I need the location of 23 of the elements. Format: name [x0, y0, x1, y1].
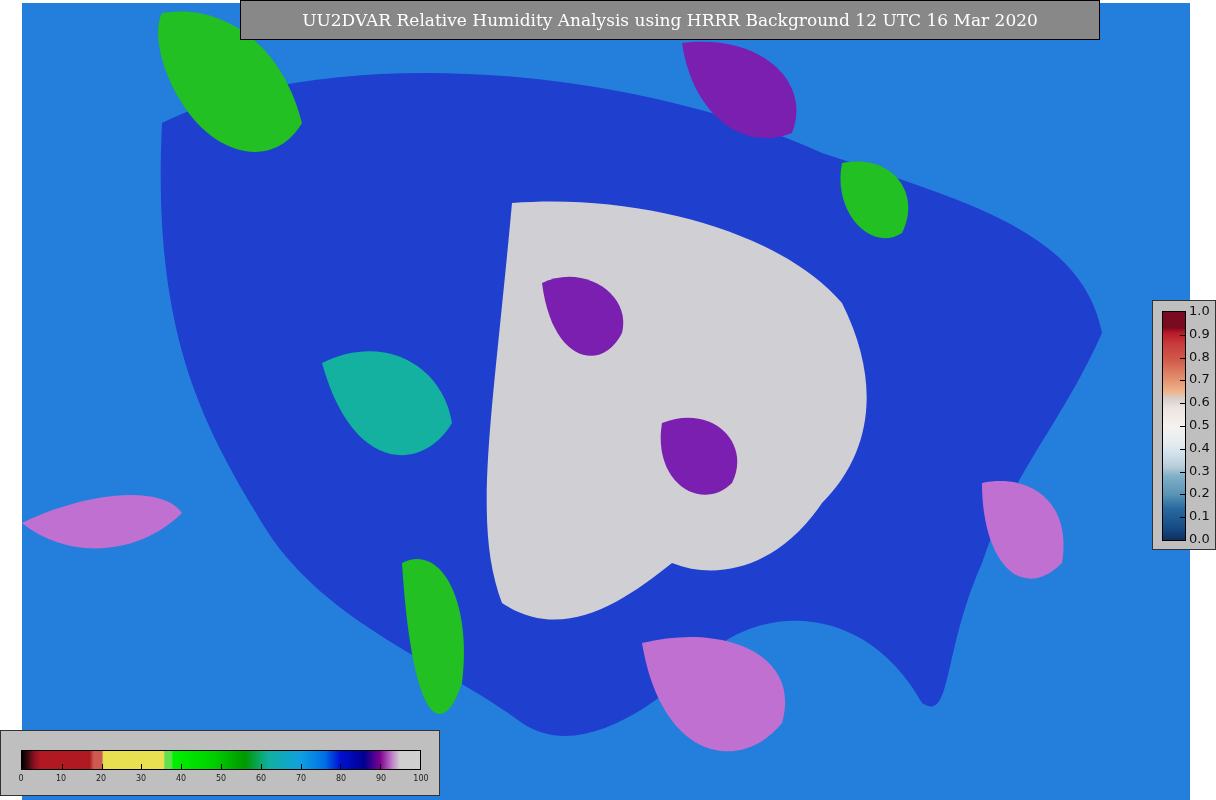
tick-label: 0.7	[1189, 372, 1210, 387]
tick-label: 0.2	[1189, 486, 1210, 501]
tick-label: 1.0	[1189, 304, 1210, 318]
tick-label: 0.0	[1189, 531, 1210, 546]
tick-label: 60	[255, 774, 267, 783]
tick-label: 90	[375, 774, 387, 783]
tick-label: 0.3	[1189, 463, 1210, 478]
tick-label: 80	[335, 774, 347, 783]
tick-label: 100	[413, 774, 429, 783]
tick-label: 0.1	[1189, 509, 1210, 524]
tick-label: 0.6	[1189, 395, 1210, 410]
tick-label: 40	[175, 774, 187, 783]
tick-label: 30	[135, 774, 147, 783]
tick-label: 10	[55, 774, 67, 783]
tick-label: 50	[215, 774, 227, 783]
tick-label: 0.4	[1189, 440, 1210, 455]
tick-label: 20	[95, 774, 107, 783]
tick-label: 70	[295, 774, 307, 783]
tick-label: 0	[18, 774, 24, 783]
tick-label: 0.5	[1189, 418, 1210, 432]
tick-label: 0.9	[1189, 326, 1210, 341]
tick-label: 0.8	[1189, 349, 1210, 364]
map-title: UU2DVAR Relative Humidity Analysis using HRRR Background 12 UTC 16 Mar 2020	[240, 0, 1100, 40]
